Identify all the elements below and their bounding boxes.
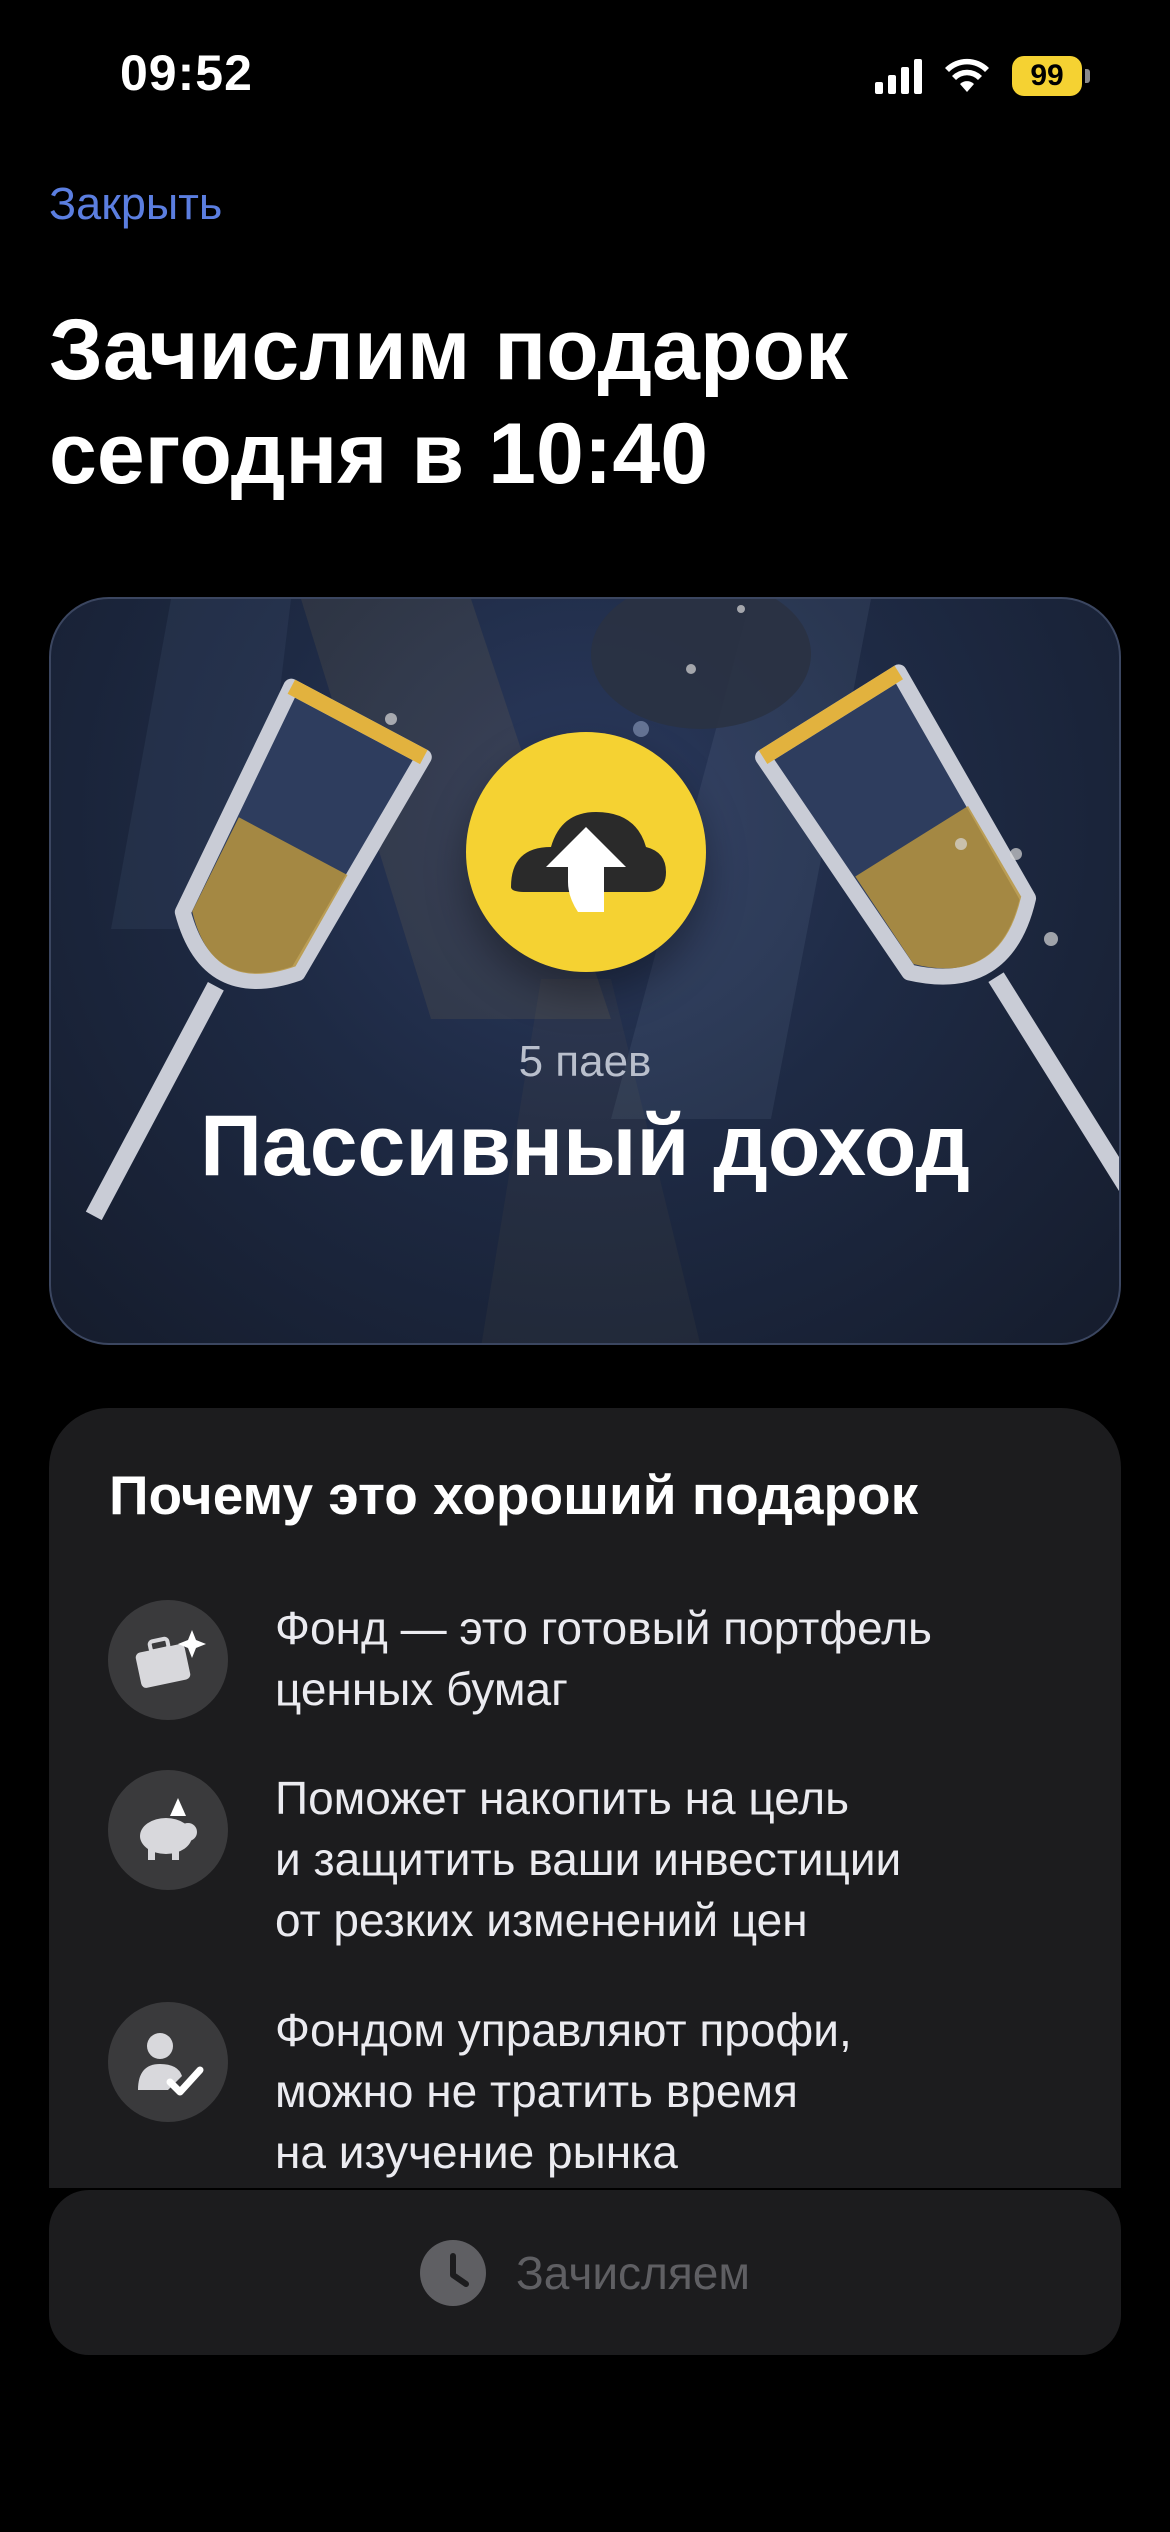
status-icons: 99: [875, 56, 1090, 96]
briefcase-sparkle-icon: [108, 1600, 228, 1720]
crediting-status-button[interactable]: Зачисляем: [49, 2190, 1121, 2355]
benefit-text: Фонд — это готовый портфель ценных бумаг: [275, 1602, 933, 1715]
button-label: Зачисляем: [516, 2246, 750, 2299]
champagne-glasses-illustration: [85, 599, 1119, 1343]
section-title: Почему это хороший подарок: [109, 1464, 919, 1526]
status-bar: 09:52 99: [0, 0, 1170, 150]
cloud-arrow-up-icon: [466, 732, 706, 972]
battery-level: 99: [1012, 56, 1082, 96]
wifi-icon: [945, 58, 989, 92]
status-time: 09:52: [120, 45, 253, 101]
close-button[interactable]: Закрыть: [49, 178, 222, 230]
card-fund-name: Пассивный доход: [200, 1098, 970, 1194]
clock-icon: [420, 2239, 486, 2306]
gift-card: 5 паев Пассивный доход: [49, 597, 1121, 1345]
benefit-text: Поможет накопить на цель и защитить ваши…: [275, 1772, 902, 1946]
manager-check-icon: [108, 2002, 228, 2122]
piggy-bank-icon: [108, 1770, 228, 1890]
benefit-text: Фондом управляют профи, можно не тратить…: [275, 2004, 852, 2178]
cellular-signal-icon: [875, 58, 922, 94]
why-good-gift-panel: Почему это хороший подарок Фонд — это го…: [49, 1408, 1121, 2188]
page-title: Зачислим подарок сегодня в 10:40: [49, 302, 849, 502]
card-units-count: 5 паев: [518, 1037, 652, 1086]
battery-icon: 99: [1012, 56, 1090, 96]
